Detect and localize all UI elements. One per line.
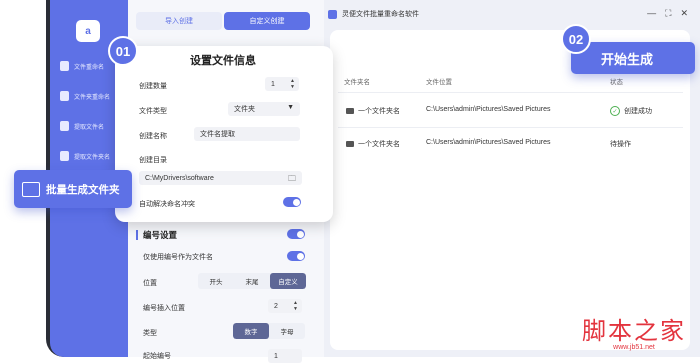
batch-create-folder-callout: 批量生成文件夹: [14, 170, 132, 208]
section-accent-bar: [136, 230, 138, 240]
row-status-cell: ✓ 创建成功: [610, 106, 652, 116]
kind-option-letter[interactable]: 字母: [269, 323, 305, 339]
success-check-icon: ✓: [610, 106, 620, 116]
conflict-label: 自动解决命名冲突: [139, 199, 195, 209]
count-label: 创建数量: [139, 81, 167, 91]
row-path: C:\Users\admin\Pictures\Saved Pictures: [426, 106, 551, 113]
file-type-select[interactable]: 文件夹 ▼: [228, 102, 300, 116]
watermark-logo-text: 脚本之家: [582, 311, 686, 346]
insert-position-stepper[interactable]: 2 ▲▼: [268, 299, 302, 313]
row-name-cell: 一个文件夹名: [346, 139, 400, 149]
file-info-title: 设置文件信息: [190, 52, 256, 68]
app-logo: a: [76, 20, 100, 42]
header-divider: [338, 92, 683, 93]
window-controls: — ⛶ ✕: [647, 8, 688, 19]
sidebar-item-label: 提取文件名: [74, 122, 104, 131]
dropdown-arrow-icon: ▼: [287, 104, 294, 111]
conflict-toggle[interactable]: [283, 197, 301, 207]
sidebar-item-label: 文件重命名: [74, 62, 104, 71]
stepper-arrows-icon[interactable]: ▲▼: [293, 300, 298, 312]
row-path: C:\Users\admin\Pictures\Saved Pictures: [426, 139, 551, 146]
insert-position-value: 2: [274, 303, 278, 310]
file-rename-icon: [60, 61, 69, 71]
step-badge-01: 01: [108, 36, 138, 66]
row-status: 待操作: [610, 139, 631, 149]
kind-segmented: 数字 字母: [233, 323, 305, 339]
kind-option-number[interactable]: 数字: [233, 323, 269, 339]
folder-icon: [346, 141, 354, 147]
folder-add-icon: [22, 182, 40, 197]
count-value: 1: [271, 81, 275, 88]
row-name-cell: 一个文件夹名: [346, 106, 400, 116]
extract-foldername-icon: [60, 151, 69, 161]
tab-custom-create[interactable]: 自定义创建: [224, 12, 310, 30]
folder-browse-icon[interactable]: 🗀: [288, 173, 296, 187]
start-number-value: 1: [274, 353, 278, 360]
start-number-label: 起始编号: [143, 351, 171, 361]
result-table: [330, 30, 690, 350]
create-mode-tabs: 导入创建 自定义创建: [136, 12, 310, 30]
title-bar: 灵便文件批量重命名软件 — ⛶ ✕: [328, 6, 688, 22]
only-number-label: 仅使用编号作为文件名: [143, 252, 213, 262]
column-header-path: 文件位置: [426, 76, 452, 86]
minimize-button[interactable]: —: [647, 8, 656, 19]
directory-input[interactable]: C:\MyDrivers\software 🗀: [139, 171, 302, 185]
table-row[interactable]: 一个文件夹名 C:\Users\admin\Pictures\Saved Pic…: [330, 99, 690, 125]
only-number-toggle[interactable]: [287, 251, 305, 261]
row-divider: [338, 127, 683, 128]
folder-icon: [346, 108, 354, 114]
sidebar-item-label: 提取文件夹名: [74, 152, 110, 161]
watermark: 脚本之家 www.jb51.net: [582, 311, 686, 351]
name-label: 创建名称: [139, 131, 167, 141]
column-header-name: 文件夹名: [344, 76, 370, 86]
row-name: 一个文件夹名: [358, 106, 400, 116]
kind-label: 类型: [143, 328, 157, 338]
numbering-title-text: 编号设置: [143, 229, 177, 241]
count-stepper[interactable]: 1 ▲▼: [265, 77, 299, 91]
window-title: 灵便文件批量重命名软件: [342, 9, 419, 19]
position-option-end[interactable]: 末尾: [234, 273, 270, 289]
start-generate-button[interactable]: 开始生成: [571, 42, 695, 74]
table-row[interactable]: 一个文件夹名 C:\Users\admin\Pictures\Saved Pic…: [330, 132, 690, 158]
folder-rename-icon: [60, 91, 69, 101]
close-button[interactable]: ✕: [680, 8, 688, 19]
position-segmented: 开头 末尾 自定义: [198, 273, 306, 289]
callout-label: 批量生成文件夹: [46, 182, 120, 197]
name-input[interactable]: 文件名提取: [194, 127, 300, 141]
position-option-custom[interactable]: 自定义: [270, 273, 306, 289]
extract-filename-icon: [60, 121, 69, 131]
sidebar-item-label: 文件夹重命名: [74, 92, 110, 101]
position-label: 位置: [143, 278, 157, 288]
row-name: 一个文件夹名: [358, 139, 400, 149]
position-option-start[interactable]: 开头: [198, 273, 234, 289]
app-title-icon: [328, 10, 337, 19]
file-type-label: 文件类型: [139, 106, 167, 116]
column-header-status: 状态: [610, 76, 623, 86]
step-badge-02: 02: [561, 24, 591, 54]
directory-label: 创建目录: [139, 155, 167, 165]
stepper-arrows-icon[interactable]: ▲▼: [290, 78, 295, 90]
numbering-section-title: 编号设置: [136, 229, 177, 241]
insert-position-label: 编号插入位置: [143, 303, 185, 313]
tab-import-create[interactable]: 导入创建: [136, 12, 222, 30]
directory-value: C:\MyDrivers\software: [145, 175, 214, 182]
file-type-value: 文件夹: [234, 104, 255, 114]
row-status: 创建成功: [624, 106, 652, 116]
maximize-button[interactable]: ⛶: [665, 8, 671, 19]
numbering-toggle[interactable]: [287, 229, 305, 239]
start-number-stepper[interactable]: 1: [268, 349, 302, 363]
